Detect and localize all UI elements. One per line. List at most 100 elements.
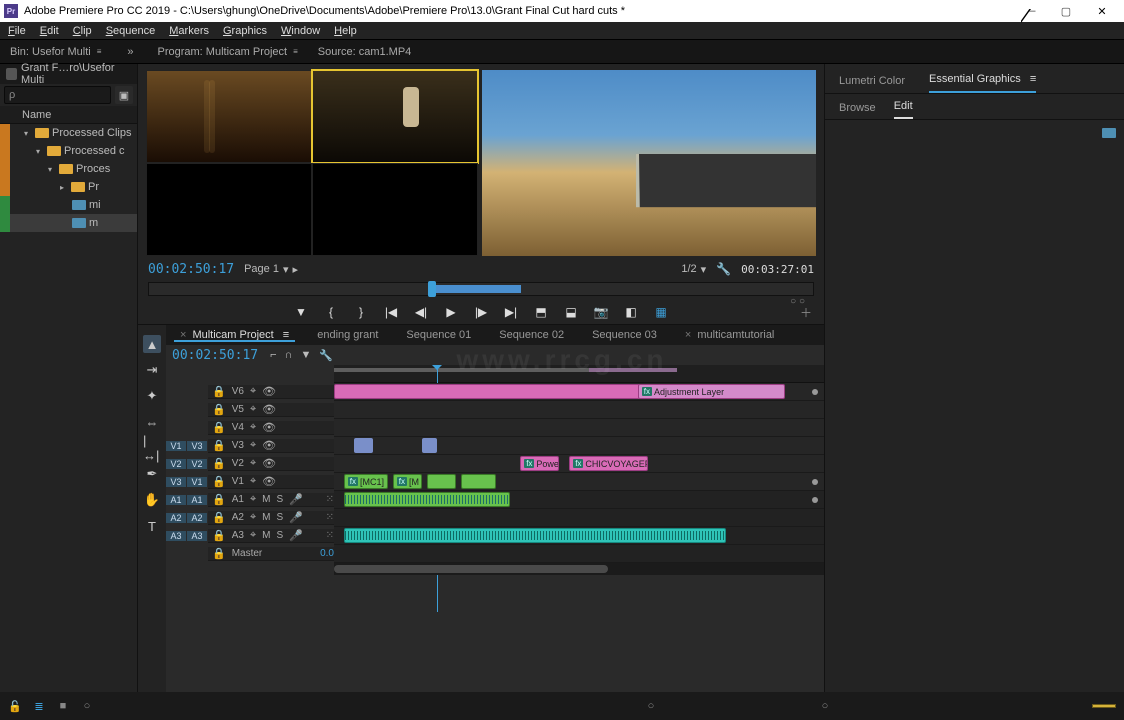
track-lane[interactable] [334,491,824,509]
work-area-2[interactable] [589,368,677,372]
track-header[interactable]: 🔒A1⌖MS🎤⁙ [208,493,334,507]
track-select-tool[interactable]: ⇥ [143,361,161,379]
track-lane[interactable] [334,419,824,437]
close-button[interactable]: ✕ [1084,0,1120,22]
export-frame-button[interactable]: 📷 [593,304,609,320]
track-header[interactable]: 🔒V3⌖👁 [208,439,334,453]
clip[interactable] [354,438,374,453]
disclosure-triangle-icon[interactable]: ▾ [48,165,56,174]
menu-help[interactable]: Help [330,25,361,37]
multicam-angle-4[interactable] [312,163,478,256]
multicam-angle-3[interactable] [146,163,312,256]
snap-toggle[interactable]: ⌐ [270,349,276,362]
keyframe-dot[interactable] [812,479,818,485]
program-scrub-bar[interactable]: ○ ○ [148,282,814,296]
sync-lock-icon[interactable]: ⌖ [250,385,256,398]
disclosure-triangle-icon[interactable]: ▾ [24,129,32,138]
disclosure-triangle-icon[interactable]: ▾ [36,147,44,156]
audio-clip[interactable] [344,492,511,507]
slip-tool[interactable]: |↔| [143,439,161,457]
tree-row[interactable]: m [0,214,137,232]
button-editor-button[interactable]: ＋ [798,304,814,320]
sync-lock-icon[interactable]: ⌖ [250,475,256,488]
menu-window[interactable]: Window [277,25,324,37]
settings-icon[interactable]: 🔧 [716,262,731,276]
program-timecode[interactable]: 00:02:50:17 [148,262,234,277]
project-breadcrumb[interactable]: Grant F…ro\Usefor Multi [0,64,137,84]
zoom-selector[interactable]: 1/2 ▾ [681,263,706,276]
sequence-tab[interactable]: ending grant [303,329,392,341]
eye-icon[interactable]: 👁 [262,421,276,434]
track-header[interactable]: 🔒Master0.0 [208,547,334,561]
page-selector[interactable]: Page 1 ▾ ▸ [244,263,298,276]
rolling-edit-tool[interactable]: ⇔ [143,413,161,431]
sync-lock-icon[interactable]: ⌖ [250,421,256,434]
tab-lumetri-color[interactable]: Lumetri Color [839,75,905,93]
lock-icon[interactable]: 🔒 [212,529,226,542]
tree-row[interactable]: mi [0,196,137,214]
pen-tool[interactable]: ✒ [143,465,161,483]
clip[interactable] [422,438,437,453]
track-lane[interactable]: fxAdjustment Layer [334,383,824,401]
lock-icon[interactable]: 🔓 [8,699,22,713]
clip[interactable]: fxCHICVOYAGEP [569,456,647,471]
clip[interactable]: fx[M [393,474,422,489]
minimize-button[interactable]: — [1012,0,1048,22]
add-marker-tl-button[interactable]: ▼ [300,349,311,362]
menu-clip[interactable]: Clip [69,25,96,37]
lock-icon[interactable]: 🔒 [212,385,226,398]
timeline-zoom-scrollbar[interactable] [334,563,824,575]
menu-edit[interactable]: Edit [36,25,63,37]
track-header[interactable]: 🔒V2⌖👁 [208,457,334,471]
tree-row[interactable]: ▸Pr [0,178,137,196]
linked-selection-toggle[interactable]: ∩ [285,349,293,362]
source-patch[interactable]: A3 [166,531,186,541]
eye-icon[interactable]: 👁 [262,403,276,416]
close-icon[interactable]: × [685,329,691,341]
lock-icon[interactable]: 🔒 [212,493,226,506]
audio-clip[interactable] [344,528,726,543]
track-lane[interactable] [334,509,824,527]
program-monitor[interactable] [482,70,816,256]
track-target[interactable]: V1 [187,477,207,487]
step-back-button[interactable]: ◀| [413,304,429,320]
track-lane[interactable] [334,545,824,563]
source-patch[interactable]: A1 [166,495,186,505]
track-target[interactable]: A2 [187,513,207,523]
extract-button[interactable]: ⬓ [563,304,579,320]
lock-icon[interactable]: 🔒 [212,439,226,452]
panel-tab-bin[interactable]: Bin: Usefor Multi≡ » [0,46,144,58]
track-lane[interactable] [334,527,824,545]
playhead-icon[interactable] [428,281,436,297]
type-tool[interactable]: T [143,517,161,535]
menu-markers[interactable]: Markers [165,25,213,37]
track-target[interactable]: A3 [187,531,207,541]
eye-icon[interactable]: 👁 [262,475,276,488]
keyframe-dot[interactable] [812,389,818,395]
source-patch[interactable]: V3 [166,477,186,487]
clip[interactable]: fx[MC1] [344,474,388,489]
panel-tab-source[interactable]: Source: cam1.MP4 [308,46,422,58]
clip[interactable] [427,474,456,489]
timeline-timecode[interactable]: 00:02:50:17 [172,348,258,363]
ripple-edit-tool[interactable]: ✦ [143,387,161,405]
tab-essential-graphics[interactable]: Essential Graphics ≡ [929,73,1036,93]
menu-sequence[interactable]: Sequence [102,25,160,37]
track-header[interactable]: 🔒V1⌖👁 [208,475,334,489]
track-lane[interactable]: fxPowerf fxCHICVOYAGEP [334,455,824,473]
work-area[interactable] [334,368,589,372]
new-bin-button[interactable]: ▣ [115,86,133,104]
chevron-right-icon[interactable]: » [127,46,133,58]
tree-row[interactable]: ▾Proces [0,160,137,178]
multicam-monitor[interactable] [146,70,478,256]
source-patch[interactable]: A2 [166,513,186,523]
track-target[interactable]: A1 [187,495,207,505]
lock-icon[interactable]: 🔒 [212,475,226,488]
zoom-scrollbar-thumb[interactable] [334,565,608,573]
comparison-view-button[interactable]: ◧ [623,304,639,320]
sync-lock-icon[interactable]: ⌖ [250,439,256,452]
track-lane[interactable]: fx[MC1] fx[M [334,473,824,491]
mark-out-button[interactable]: } [353,304,369,320]
eye-icon[interactable]: 👁 [262,439,276,452]
icon-view-icon[interactable]: ■ [56,699,70,713]
